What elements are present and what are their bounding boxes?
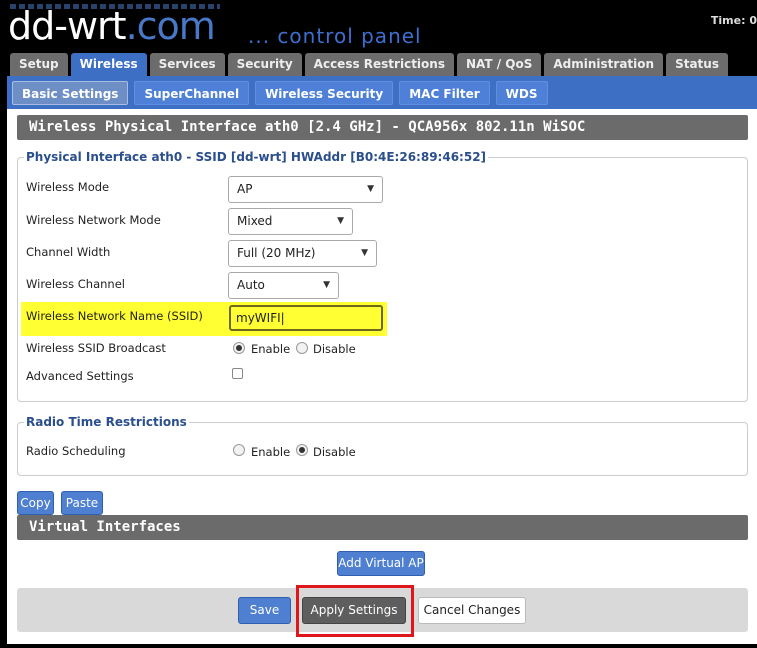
tab-setup[interactable]: Setup bbox=[10, 53, 68, 76]
ssid-input[interactable]: myWIFI| bbox=[229, 305, 383, 331]
chevron-down-icon: ▼ bbox=[323, 280, 330, 290]
advanced-settings-label: Advanced Settings bbox=[26, 369, 134, 383]
ssid-broadcast-label: Wireless SSID Broadcast bbox=[26, 341, 166, 355]
content-panel: Basic Settings SuperChannel Wireless Sec… bbox=[7, 76, 757, 644]
tab-status[interactable]: Status bbox=[666, 53, 728, 76]
ssid-label: Wireless Network Name (SSID) bbox=[26, 309, 203, 323]
subtab-basic-settings[interactable]: Basic Settings bbox=[12, 81, 129, 105]
add-virtual-ap-button[interactable]: Add Virtual AP bbox=[337, 551, 425, 576]
radio-time-legend: Radio Time Restrictions bbox=[26, 415, 187, 429]
cancel-changes-button[interactable]: Cancel Changes bbox=[418, 597, 526, 624]
radio-scheduling-disable-radio[interactable] bbox=[296, 444, 308, 456]
ssid-broadcast-enable-radio[interactable] bbox=[233, 342, 245, 354]
save-button[interactable]: Save bbox=[238, 597, 291, 624]
wireless-mode-label: Wireless Mode bbox=[26, 180, 110, 194]
radio-scheduling-enable-label: Enable bbox=[251, 445, 291, 459]
radio-scheduling-label: Radio Scheduling bbox=[26, 444, 126, 458]
ssid-broadcast-enable-label: Enable bbox=[251, 342, 291, 356]
physical-interface-legend: Physical Interface ath0 - SSID [dd-wrt] … bbox=[26, 150, 487, 164]
chevron-down-icon: ▼ bbox=[337, 216, 344, 226]
tab-wireless[interactable]: Wireless bbox=[70, 53, 147, 78]
time-display: Time: 0 bbox=[710, 14, 757, 27]
subtab-mac-filter[interactable]: MAC Filter bbox=[399, 81, 490, 105]
network-mode-label: Wireless Network Mode bbox=[26, 213, 161, 227]
network-mode-select[interactable]: Mixed ▼ bbox=[228, 208, 353, 235]
tab-security[interactable]: Security bbox=[227, 53, 302, 76]
channel-width-label: Channel Width bbox=[26, 245, 111, 259]
radio-time-fieldset: Radio Time Restrictions bbox=[17, 415, 748, 476]
chevron-down-icon: ▼ bbox=[367, 184, 374, 194]
apply-settings-button[interactable]: Apply Settings bbox=[302, 597, 406, 624]
subtab-bar: Basic Settings SuperChannel Wireless Sec… bbox=[7, 76, 757, 109]
ssid-broadcast-disable-label: Disable bbox=[313, 342, 356, 356]
tab-nat-qos[interactable]: NAT / QoS bbox=[456, 53, 542, 76]
tab-services[interactable]: Services bbox=[149, 53, 225, 76]
radio-scheduling-enable-radio[interactable] bbox=[233, 444, 245, 456]
channel-width-select[interactable]: Full (20 MHz) ▼ bbox=[228, 240, 377, 267]
tagline: ... control panel bbox=[248, 24, 422, 48]
subtab-superchannel[interactable]: SuperChannel bbox=[134, 81, 250, 105]
tab-administration[interactable]: Administration bbox=[544, 53, 664, 76]
paste-button[interactable]: Paste bbox=[61, 491, 103, 515]
header: dd-wrt.com ... control panel Time: 0 Set… bbox=[0, 0, 757, 84]
wireless-channel-label: Wireless Channel bbox=[26, 277, 125, 291]
virtual-interfaces-title: Virtual Interfaces bbox=[17, 515, 748, 540]
section-title: Wireless Physical Interface ath0 [2.4 GH… bbox=[17, 115, 748, 140]
subtab-wds[interactable]: WDS bbox=[495, 81, 548, 105]
advanced-settings-checkbox[interactable] bbox=[232, 368, 243, 379]
radio-scheduling-disable-label: Disable bbox=[313, 445, 356, 459]
logo: dd-wrt.com bbox=[8, 4, 216, 48]
wireless-mode-select[interactable]: AP ▼ bbox=[228, 176, 383, 203]
subtab-wireless-security[interactable]: Wireless Security bbox=[255, 81, 394, 105]
wireless-channel-select[interactable]: Auto ▼ bbox=[228, 272, 339, 299]
tab-access-restrictions[interactable]: Access Restrictions bbox=[304, 53, 454, 76]
copy-button[interactable]: Copy bbox=[17, 491, 54, 515]
main-tabs: Setup Wireless Services Security Access … bbox=[10, 53, 728, 78]
ssid-broadcast-disable-radio[interactable] bbox=[296, 342, 308, 354]
chevron-down-icon: ▼ bbox=[361, 248, 368, 258]
